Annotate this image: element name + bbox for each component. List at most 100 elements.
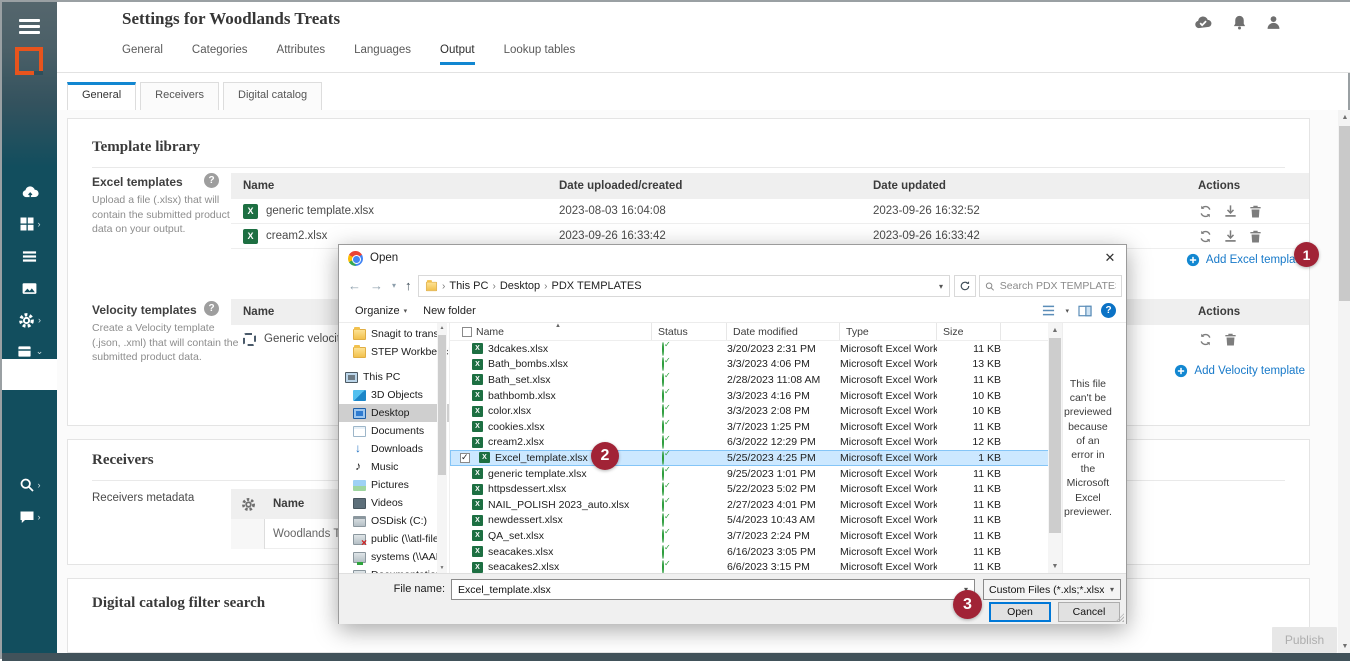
replace-template-icon[interactable] <box>1198 332 1213 347</box>
col-date-modified[interactable]: Date modified <box>727 323 840 340</box>
dialog-sidebar-item[interactable]: systems (\\AAR- <box>339 548 449 566</box>
dialog-sidebar-item[interactable]: public (\\atl-file <box>339 530 449 548</box>
download-template-icon[interactable] <box>1223 229 1238 244</box>
dialog-sidebar-item[interactable]: Music <box>339 458 449 476</box>
file-row[interactable]: Bath_bombs.xlsx 3/3/2023 4:06 PM Microso… <box>450 357 1062 373</box>
sidebar-item-list[interactable] <box>2 241 57 271</box>
forward-icon[interactable]: → <box>370 278 383 293</box>
scroll-down-icon[interactable]: ▼ <box>1048 559 1062 573</box>
menu-icon[interactable] <box>19 19 40 34</box>
file-row[interactable]: color.xlsx 3/3/2023 2:08 PM Microsoft Ex… <box>450 403 1062 419</box>
scroll-up-icon[interactable]: ▲ <box>1338 110 1350 124</box>
col-size[interactable]: Size <box>937 323 1001 340</box>
page-scrollbar[interactable]: ▲ ▼ <box>1338 110 1350 653</box>
subtab[interactable]: General <box>67 82 136 110</box>
dialog-sidebar-item[interactable]: Videos <box>339 494 449 512</box>
cancel-button[interactable]: Cancel <box>1058 602 1120 622</box>
add-excel-template-button[interactable]: Add Excel template <box>1186 253 1305 267</box>
help-icon[interactable]: ? <box>204 301 219 316</box>
sidebar-scrollbar[interactable]: ▲ ▼ <box>437 323 447 573</box>
dialog-sidebar-item[interactable]: OSDisk (C:) <box>339 512 449 530</box>
dialog-sidebar-item[interactable]: Snagit to transfe <box>339 325 449 343</box>
scroll-down-icon[interactable]: ▼ <box>1338 639 1350 653</box>
main-tab[interactable]: Attributes <box>277 44 326 65</box>
replace-template-icon[interactable] <box>1198 229 1213 244</box>
main-tab[interactable]: Lookup tables <box>504 44 576 65</box>
dialog-sidebar-item[interactable]: Desktop <box>339 404 449 422</box>
sidebar-item-messages[interactable]: › <box>2 502 57 532</box>
cloud-sync-icon[interactable] <box>1194 14 1214 30</box>
preview-pane-icon[interactable] <box>1078 305 1092 317</box>
sidebar-item-media[interactable] <box>2 273 57 303</box>
replace-template-icon[interactable] <box>1198 204 1213 219</box>
subtab[interactable]: Digital catalog <box>223 82 322 110</box>
col-type[interactable]: Type <box>840 323 937 340</box>
col-name[interactable]: Name▲ <box>450 323 652 340</box>
file-checkbox[interactable] <box>460 453 470 463</box>
file-row[interactable]: Bath_set.xlsx 2/28/2023 11:08 AM Microso… <box>450 372 1062 388</box>
open-button[interactable]: Open <box>989 602 1051 622</box>
subtab[interactable]: Receivers <box>140 82 219 110</box>
file-row[interactable]: cream2.xlsx 6/3/2022 12:29 PM Microsoft … <box>450 435 1062 451</box>
new-folder-button[interactable]: New folder <box>423 305 476 317</box>
file-row[interactable]: generic template.xlsx 9/25/2023 1:01 PM … <box>450 466 1062 482</box>
file-row[interactable]: seacakes2.xlsx 6/6/2023 3:15 PM Microsof… <box>450 559 1062 573</box>
main-tab[interactable]: Output <box>440 44 475 65</box>
organize-button[interactable]: Organize▾ <box>355 305 407 317</box>
add-velocity-template-button[interactable]: Add Velocity template <box>1174 364 1305 378</box>
dialog-titlebar[interactable]: Open <box>339 245 1126 271</box>
user-profile-icon[interactable] <box>1265 14 1282 31</box>
scroll-up-icon[interactable]: ▲ <box>1048 323 1062 337</box>
search-input[interactable] <box>1000 280 1116 292</box>
main-tab[interactable]: Languages <box>354 44 411 65</box>
file-row[interactable]: NAIL_POLISH 2023_auto.xlsx 2/27/2023 4:0… <box>450 497 1062 513</box>
sidebar-item-settings[interactable]: › <box>2 305 57 335</box>
file-type-filter-dropdown[interactable]: Custom Files (*.xls;*.xlsx;*.xlsm ▾ <box>983 579 1121 600</box>
dialog-sidebar-item[interactable]: Downloads <box>339 440 449 458</box>
file-row[interactable]: 3dcakes.xlsx 3/20/2023 2:31 PM Microsoft… <box>450 341 1062 357</box>
file-list-scrollbar[interactable]: ▲ ▼ <box>1048 323 1062 573</box>
view-mode-icon[interactable] <box>1041 304 1056 317</box>
dialog-sidebar-item[interactable]: 3D Objects <box>339 386 449 404</box>
file-row[interactable]: newdessert.xlsx 5/4/2023 10:43 AM Micros… <box>450 513 1062 529</box>
recent-locations-icon[interactable]: ▾ <box>392 281 396 290</box>
publish-button[interactable]: Publish <box>1272 627 1337 653</box>
file-row[interactable]: httpsdessert.xlsx 5/22/2023 5:02 PM Micr… <box>450 481 1062 497</box>
up-icon[interactable]: ↑ <box>405 278 412 293</box>
close-icon[interactable]: ✕ <box>1094 245 1126 271</box>
delete-template-icon[interactable] <box>1248 204 1263 219</box>
refresh-icon[interactable] <box>954 275 976 297</box>
sidebar-active-item[interactable] <box>2 359 57 390</box>
address-dropdown-icon[interactable]: ▾ <box>939 282 943 291</box>
breadcrumb-item[interactable]: ›Desktop <box>492 280 540 292</box>
main-tab[interactable]: General <box>122 44 163 65</box>
sidebar-item-upload[interactable] <box>2 177 57 207</box>
dialog-sidebar-item[interactable]: Pictures <box>339 476 449 494</box>
gear-icon[interactable] <box>241 497 256 512</box>
search-box[interactable] <box>979 275 1122 297</box>
scroll-up-icon[interactable]: ▲ <box>437 323 447 333</box>
address-bar[interactable]: ›This PC›Desktop›PDX TEMPLATES ▾ <box>418 275 950 297</box>
file-row[interactable]: seacakes.xlsx 6/16/2023 3:05 PM Microsof… <box>450 544 1062 560</box>
col-status[interactable]: Status <box>652 323 727 340</box>
sidebar-item-dashboard[interactable]: › <box>2 209 57 239</box>
breadcrumb-item[interactable]: ›PDX TEMPLATES <box>544 280 641 292</box>
main-tab[interactable]: Categories <box>192 44 248 65</box>
file-row[interactable]: Excel_template.xlsx 5/25/2023 4:25 PM Mi… <box>450 450 1062 466</box>
download-template-icon[interactable] <box>1223 204 1238 219</box>
file-row[interactable]: cookies.xlsx 3/7/2023 1:25 PM Microsoft … <box>450 419 1062 435</box>
chevron-down-icon[interactable]: ▾ <box>1065 307 1069 315</box>
delete-template-icon[interactable] <box>1248 229 1263 244</box>
sidebar-item-search[interactable]: › <box>2 470 57 500</box>
back-icon[interactable]: ← <box>348 278 361 293</box>
scroll-down-icon[interactable]: ▼ <box>437 563 447 573</box>
file-row[interactable]: QA_set.xlsx 3/7/2023 2:24 PM Microsoft E… <box>450 528 1062 544</box>
inriver-logo-icon[interactable] <box>15 47 43 75</box>
resize-grip[interactable] <box>1114 612 1124 622</box>
dialog-sidebar-item[interactable]: This PC <box>339 368 449 386</box>
scrollbar-thumb[interactable] <box>1339 126 1350 301</box>
file-name-input[interactable] <box>452 584 958 596</box>
select-all-checkbox[interactable] <box>462 327 472 337</box>
notifications-bell-icon[interactable] <box>1231 14 1248 31</box>
help-icon[interactable]: ? <box>204 173 219 188</box>
